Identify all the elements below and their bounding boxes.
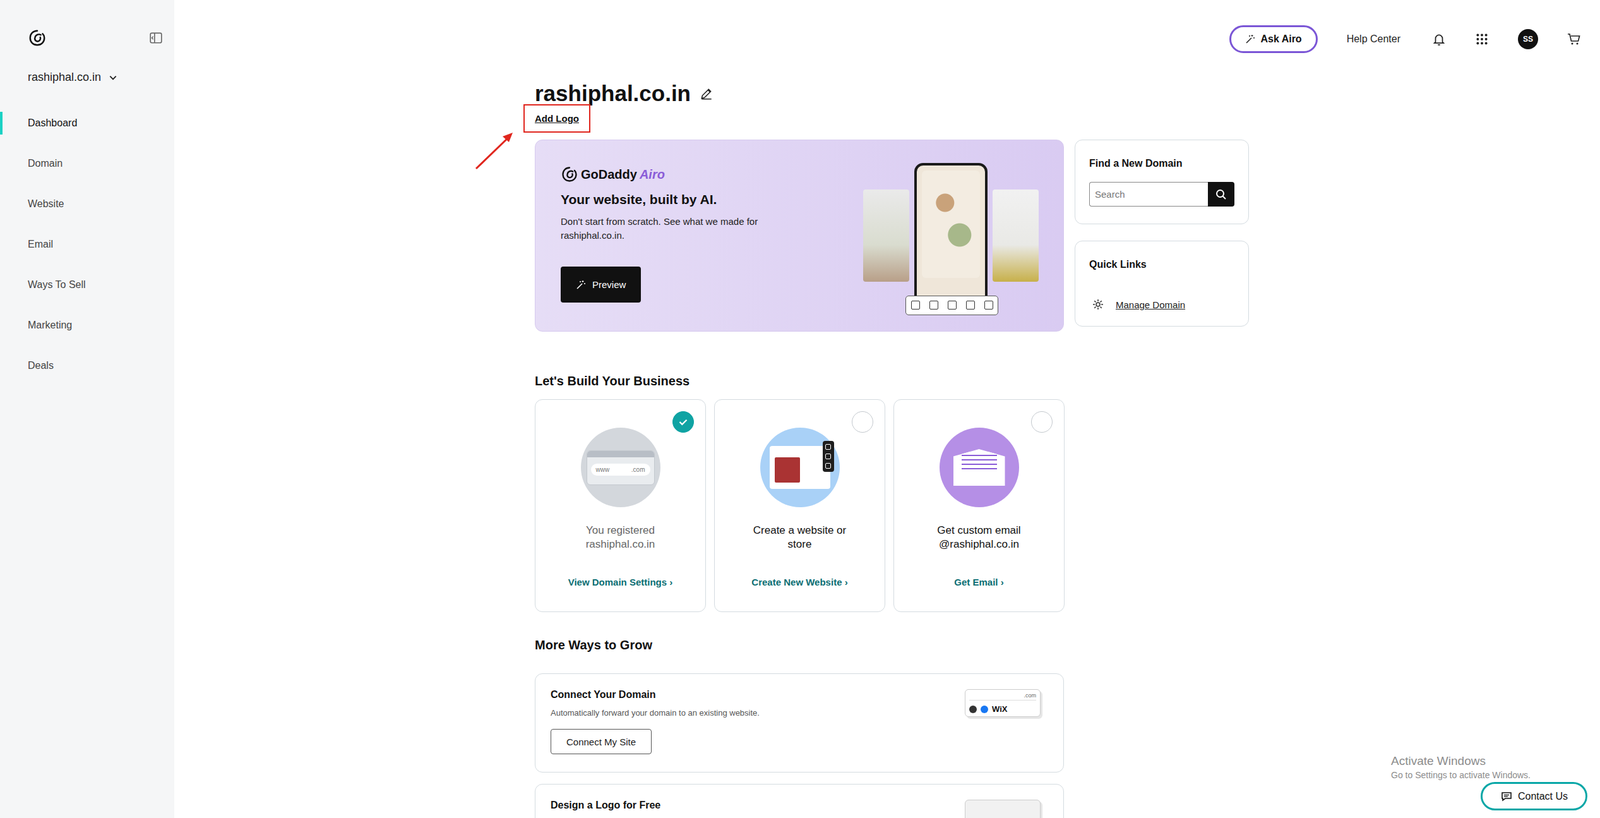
user-avatar[interactable]: SS [1517,29,1539,50]
bell-icon[interactable] [1432,32,1446,47]
chevron-down-icon [108,73,118,83]
domain-search-input[interactable] [1089,181,1208,207]
status-check [1031,411,1053,433]
search-icon [1214,188,1228,201]
annotation-arrow-icon [474,130,516,170]
sidebar-item[interactable]: Domain [0,143,175,184]
active-indicator [0,111,3,135]
airo-description: Don't start from scratch. See what we ma… [560,214,801,243]
grow-card: Connect Your Domain Automatically forwar… [534,673,1064,773]
godaddy-logo-icon[interactable] [27,28,47,48]
magic-wand-icon [575,279,586,290]
editor-toolbar [905,295,999,316]
add-logo-link[interactable]: Add Logo [534,113,580,124]
contact-us-button[interactable]: Contact Us [1480,781,1588,811]
apps-grid-icon[interactable] [1474,32,1489,47]
envelope [953,448,1006,486]
email-illustration [939,427,1020,508]
sidebar-item[interactable]: Website [0,183,175,225]
edit-pencil-icon[interactable] [699,86,714,101]
build-card-link[interactable]: View Domain Settings › [568,576,674,588]
plant-photo [863,189,910,282]
build-heading: Let's Build Your Business [534,373,1249,389]
build-card[interactable]: www.com You registered rashiphal.co.in V… [534,399,706,612]
build-card-link[interactable]: Get Email › [954,576,1004,588]
toolbar-tool-icon [929,300,939,310]
sidebar-item[interactable]: Dashboard [0,102,175,144]
search-button[interactable] [1207,181,1235,207]
godaddy-logo-icon [560,165,579,184]
quick-link[interactable]: Manage Domain [1089,298,1235,311]
magic-wand-icon [1245,34,1256,45]
grow-illustration: .com WiX [964,688,1045,758]
godaddy-airo-logo: GoDaddy Airo [560,165,839,184]
grow-card: Design a Logo for Free [534,783,1064,818]
help-center-link[interactable]: Help Center [1346,33,1401,45]
preview-button[interactable]: Preview [560,266,641,303]
chat-icon [1500,789,1513,803]
site-title: rashiphal.co.in [534,80,691,107]
domain-illustration: www.com [580,427,661,508]
checkmark-icon [676,414,691,429]
quick-links-card: Quick Links Manage Domain [1074,240,1249,327]
build-card-text: Create a website or store [749,523,851,577]
airo-illustration [838,140,1064,331]
build-card-text: Get custom email @rashiphal.co.in [928,523,1030,577]
platform-window: .com WiX [964,688,1041,717]
topbar: Ask Airo Help Center SS [174,0,1600,54]
dashboard-content: rashiphal.co.in Add Logo GoDaddy Airo Yo… [534,78,1249,818]
ask-airo-button[interactable]: Ask Airo [1229,25,1318,54]
sidebar-item[interactable]: Deals [0,345,175,386]
find-domain-card: Find a New Domain [1074,139,1249,225]
title-row: rashiphal.co.in [534,78,1249,108]
hero-row: GoDaddy Airo Your website, built by AI. … [534,139,1249,332]
app: rashiphal.co.in Dashboard Domain Website… [0,0,1600,818]
main: Ask Airo Help Center SS rashiphal.co.in … [174,0,1600,818]
domain-selector[interactable]: rashiphal.co.in [0,70,118,84]
sidebar-item[interactable]: Marketing [0,304,175,346]
status-check [672,411,694,433]
grow-heading: More Ways to Grow [534,637,1249,653]
sidebar-item[interactable]: Ways To Sell [0,264,175,305]
build-card[interactable]: Get custom email @rashiphal.co.in Get Em… [893,399,1065,612]
phone-mockup [914,162,988,309]
build-cards: www.com You registered rashiphal.co.in V… [534,399,1249,612]
sidebar-nav: Dashboard Domain Website Email Ways To S… [0,102,175,386]
airo-card: GoDaddy Airo Your website, built by AI. … [534,139,1064,332]
flower-photo [992,189,1039,282]
domain-search [1089,181,1235,207]
gear-icon [1091,298,1105,311]
website-window [769,445,831,489]
toolbar-tool-icon [984,300,994,310]
status-check [851,411,874,433]
grow-card-button[interactable]: Connect My Site [550,728,652,754]
grow-illustration [964,799,1045,818]
sidebar: rashiphal.co.in Dashboard Domain Website… [0,0,175,818]
build-card-text: You registered rashiphal.co.in [570,523,672,577]
collapse-sidebar-icon[interactable] [149,30,163,45]
toolbar-tool-icon [966,300,975,310]
sidebar-header [0,0,175,48]
airo-title: Your website, built by AI. [560,191,839,208]
browser-window: www.com [586,450,655,485]
airo-card-body: GoDaddy Airo Your website, built by AI. … [535,140,839,331]
cart-icon[interactable] [1567,32,1582,47]
toolbar-tool-icon [947,300,957,310]
toolbar-tool-icon [911,300,920,310]
website-illustration [760,427,840,508]
build-card[interactable]: Create a website or store Create New Web… [714,399,886,612]
url-field: www.com [591,463,651,476]
build-card-link[interactable]: Create New Website › [751,576,848,588]
windows-watermark: Activate Windows Go to Settings to activ… [1391,753,1531,780]
sidebar-item[interactable]: Email [0,224,175,265]
right-column: Find a New Domain Quick Links Manage Dom… [1074,139,1249,332]
annotation-highlight: Add Logo [523,104,591,133]
